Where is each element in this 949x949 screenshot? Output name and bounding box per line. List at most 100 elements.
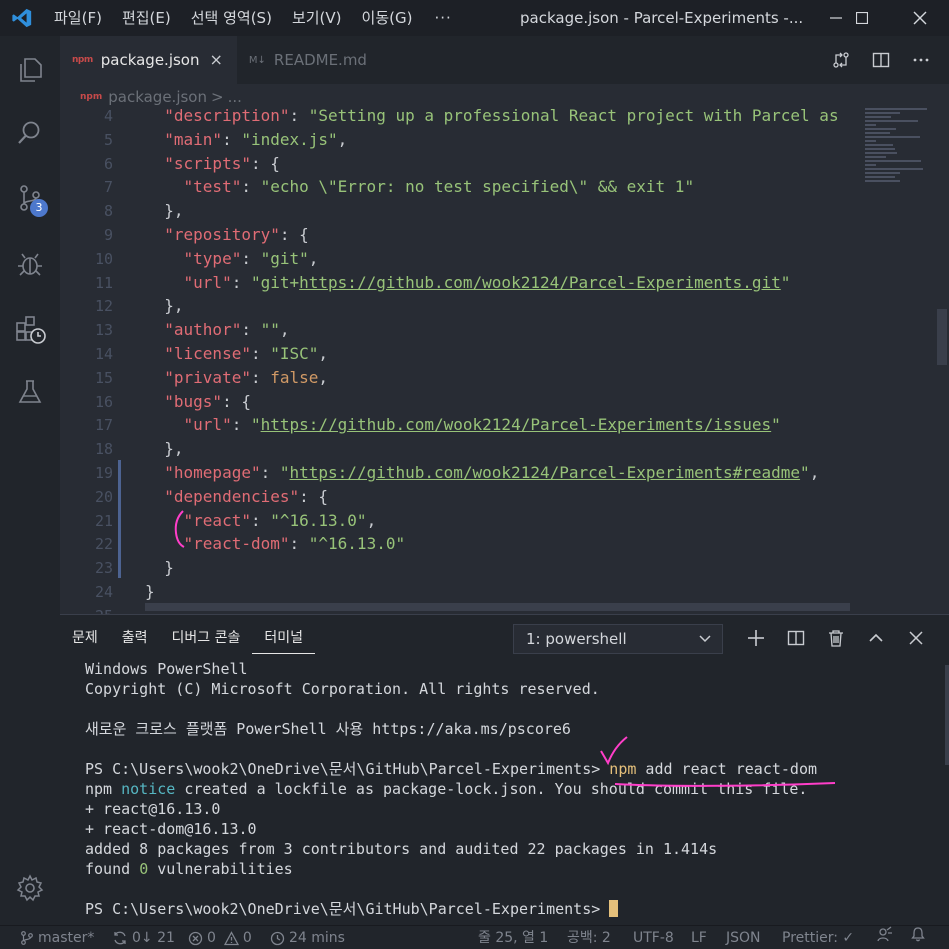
editor-horizontal-scrollbar[interactable] — [145, 603, 850, 611]
code-token: "private" — [164, 367, 251, 387]
code-line[interactable]: 9 "repository": { — [60, 223, 850, 247]
panel-tab[interactable]: 문제 — [60, 623, 110, 653]
terminal-select[interactable]: 1: powershell — [513, 624, 723, 654]
menu-item[interactable]: 이동(G) — [352, 0, 423, 36]
code-token[interactable]: https://github.com/wook2124/Parcel-Exper… — [261, 415, 772, 434]
code-line[interactable]: 16 "bugs": { — [60, 390, 850, 414]
test-flask-icon[interactable] — [0, 366, 60, 418]
new-terminal-icon[interactable] — [736, 629, 776, 647]
close-panel-icon[interactable] — [896, 630, 936, 646]
activity-bar: 3 — [0, 36, 60, 925]
split-terminal-icon[interactable] — [776, 629, 816, 647]
code-line[interactable]: 15 "private": false, — [60, 366, 850, 390]
code-line[interactable]: 10 "type": "git", — [60, 247, 850, 271]
terminal-scrollbar[interactable] — [945, 665, 949, 765]
terminal-line: Windows PowerShell — [85, 659, 817, 679]
close-window-icon[interactable] — [897, 0, 943, 36]
terminal-line: 새로운 크로스 플랫폼 PowerShell 사용 https://aka.ms… — [85, 719, 817, 739]
encoding-status[interactable]: UTF-8 — [633, 926, 674, 949]
code-token: : — [260, 462, 280, 482]
split-editor-icon[interactable] — [861, 51, 901, 69]
terminal-line: + react-dom@16.13.0 — [85, 819, 817, 839]
code-editor[interactable]: npm package.json > ... 4 "description": … — [60, 84, 949, 614]
close-tab-icon[interactable]: × — [210, 50, 223, 69]
npm-file-icon: npm — [80, 92, 103, 102]
menu-more-icon[interactable]: ··· — [422, 0, 463, 36]
maximize-icon[interactable] — [839, 0, 885, 36]
line-number: 25 — [60, 605, 113, 614]
code-line[interactable]: 13 "author": "", — [60, 318, 850, 342]
debug-icon[interactable] — [0, 238, 60, 290]
tab-package-json[interactable]: npm package.json × — [60, 36, 237, 84]
code-line[interactable]: 17 "url": "https://github.com/wook2124/P… — [60, 413, 850, 437]
notifications-bell-icon[interactable] — [910, 926, 930, 942]
panel-tab[interactable]: 출력 — [110, 623, 160, 653]
code-token: }, — [145, 439, 184, 459]
compare-changes-icon[interactable] — [821, 51, 861, 69]
branch-name: master* — [38, 930, 95, 946]
code-line[interactable]: 23 } — [60, 556, 850, 580]
code-token: "repository" — [164, 224, 280, 244]
code-line[interactable]: 6 "scripts": { — [60, 152, 850, 176]
menu-item[interactable]: 선택 영역(S) — [181, 0, 282, 36]
menu-item[interactable]: 보기(V) — [282, 0, 352, 36]
error-count: 0 — [207, 930, 216, 946]
code-token: : — [231, 415, 251, 435]
terminal-text: PS C:\Users\wook2\OneDrive\문서\GitHub\Par… — [85, 760, 610, 778]
source-control-icon[interactable]: 3 — [0, 172, 60, 224]
files-icon[interactable] — [0, 44, 60, 96]
editor-vertical-scrollbar[interactable] — [937, 309, 947, 365]
code-line[interactable]: 12 }, — [60, 294, 850, 318]
time-tracker-status[interactable]: 24 mins — [270, 926, 345, 949]
maximize-panel-chevron-up-icon[interactable] — [856, 629, 896, 647]
line-number: 22 — [94, 535, 113, 554]
panel-tab[interactable]: 디버그 콘솔 — [160, 623, 253, 653]
code-line[interactable]: 5 "main": "index.js", — [60, 128, 850, 152]
menu-item[interactable]: 파일(F) — [44, 0, 112, 36]
more-actions-icon[interactable] — [901, 51, 941, 69]
terminal-text: add react react-dom — [636, 760, 818, 778]
menu-item[interactable]: 편집(E) — [112, 0, 181, 36]
code-line[interactable]: 24} — [60, 580, 850, 604]
code-line[interactable]: 7 "test": "echo \"Error: no test specifi… — [60, 175, 850, 199]
code-line[interactable]: 8 }, — [60, 199, 850, 223]
code-line[interactable]: 20 "dependencies": { — [60, 485, 850, 509]
tab-readme-md[interactable]: M↓ README.md — [237, 36, 381, 84]
code-token[interactable]: https://github.com/wook2124/Parcel-Exper… — [290, 463, 801, 482]
code-token[interactable]: https://github.com/wook2124/Parcel-Exper… — [299, 273, 781, 292]
branch-status[interactable]: master* — [20, 926, 94, 949]
code-token: "dependencies" — [164, 486, 300, 506]
settings-gear-icon[interactable] — [0, 862, 60, 914]
code-line[interactable]: 18 }, — [60, 437, 850, 461]
problems-status[interactable]: 0 0 — [188, 926, 252, 949]
terminal-text: + react@16.13.0 — [85, 800, 221, 818]
terminal-output[interactable]: Windows PowerShell Copyright (C) Microsof… — [85, 659, 817, 919]
indentation-status[interactable]: 공백: 2 — [567, 926, 611, 949]
eol-status[interactable]: LF — [691, 926, 707, 949]
prettier-status[interactable]: Prettier: ✓ — [782, 926, 854, 949]
minimap[interactable] — [861, 106, 949, 186]
cursor-position[interactable]: 줄 25, 열 1 — [478, 926, 548, 949]
kill-terminal-trash-icon[interactable] — [816, 629, 856, 647]
line-number: 15 — [94, 368, 113, 387]
code-line[interactable]: 11 "url": "git+https://github.com/wook21… — [60, 271, 850, 295]
code-token: : { — [279, 224, 309, 244]
code-token: "description" — [164, 106, 290, 125]
search-icon[interactable] — [0, 106, 60, 158]
feedback-icon[interactable] — [876, 926, 897, 943]
code-line[interactable]: 4 "description": "Setting up a professio… — [60, 104, 850, 128]
code-token: : { — [250, 153, 280, 173]
extensions-icon[interactable] — [0, 304, 60, 356]
language-mode[interactable]: JSON — [726, 926, 761, 949]
panel-tab[interactable]: 터미널 — [252, 623, 316, 654]
sync-status[interactable]: 0↓ 21 — [112, 926, 175, 949]
terminal-line: added 8 packages from 3 contributors and… — [85, 839, 817, 859]
modified-gutter-indicator — [118, 460, 121, 578]
terminal-text: Copyright (C) Microsoft Corporation. All… — [85, 680, 600, 698]
code-line[interactable]: 19 "homepage": "https://github.com/wook2… — [60, 461, 850, 485]
code-line[interactable]: 14 "license": "ISC", — [60, 342, 850, 366]
terminal-line: Copyright (C) Microsoft Corporation. All… — [85, 679, 817, 699]
